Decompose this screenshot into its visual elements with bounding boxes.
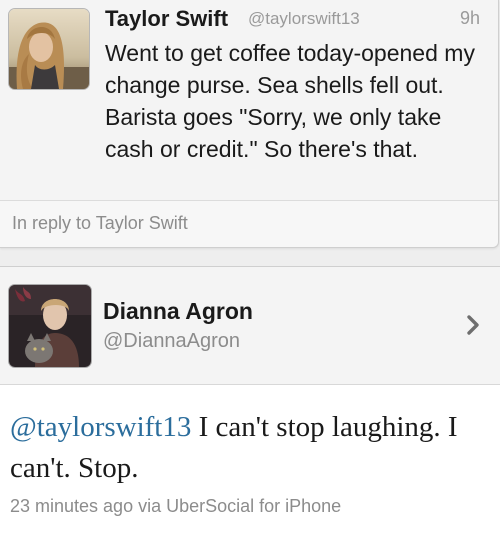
author-profile-row[interactable]: Dianna Agron @DiannaAgron <box>0 267 500 385</box>
profile-name: Dianna Agron <box>103 298 253 324</box>
in-reply-to-label: In reply to Taylor Swift <box>12 213 188 233</box>
main-tweet-text: @taylorswift13 I can't stop laughing. I … <box>10 407 480 489</box>
in-reply-to-bar[interactable]: In reply to Taylor Swift <box>0 200 498 247</box>
dianna-agron-avatar[interactable] <box>9 285 91 367</box>
tweet-meta: 23 minutes ago via UberSocial for iPhone <box>10 496 342 516</box>
taylor-swift-avatar[interactable] <box>9 9 89 89</box>
mention-link[interactable]: @taylorswift13 <box>10 411 191 443</box>
tweet-text: Went to get coffee today-opened my chang… <box>105 40 475 162</box>
tweet-timestamp: 9h <box>459 8 480 28</box>
main-tweet-card: Dianna Agron @DiannaAgron @taylorswift13… <box>0 266 500 540</box>
tweet-author-handle[interactable]: @taylorswift13 <box>248 9 360 29</box>
chevron-right-icon[interactable] <box>466 314 480 336</box>
reply-tweet-card[interactable]: Taylor Swift @taylorswift13 9h Went to g… <box>0 0 499 248</box>
tweet-author-name[interactable]: Taylor Swift <box>105 6 228 32</box>
profile-handle: @DiannaAgron <box>103 330 241 352</box>
